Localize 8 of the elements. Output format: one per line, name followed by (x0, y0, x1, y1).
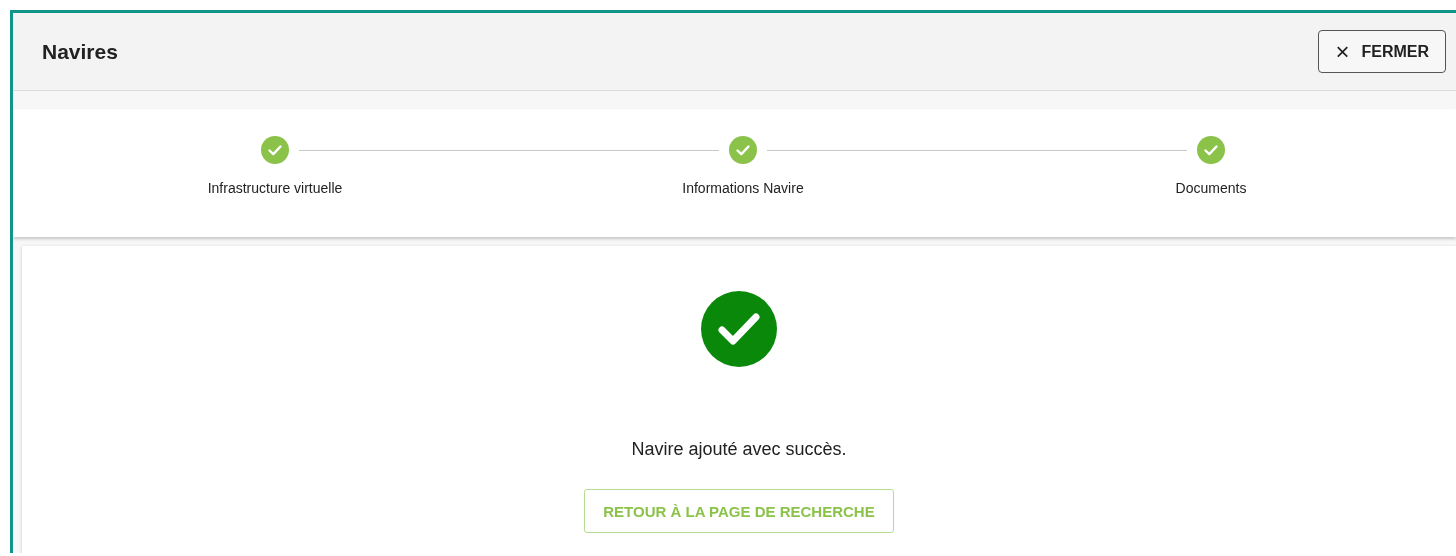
close-button[interactable]: × FERMER (1318, 30, 1446, 73)
step-label: Informations Navire (682, 180, 804, 196)
success-check-icon (701, 291, 777, 367)
page-title: Navires (42, 39, 118, 64)
close-icon: × (1335, 39, 1350, 64)
step-label: Infrastructure virtuelle (207, 180, 343, 196)
step-label: Documents (1175, 180, 1247, 196)
success-message: Navire ajouté avec succès. (631, 439, 847, 460)
